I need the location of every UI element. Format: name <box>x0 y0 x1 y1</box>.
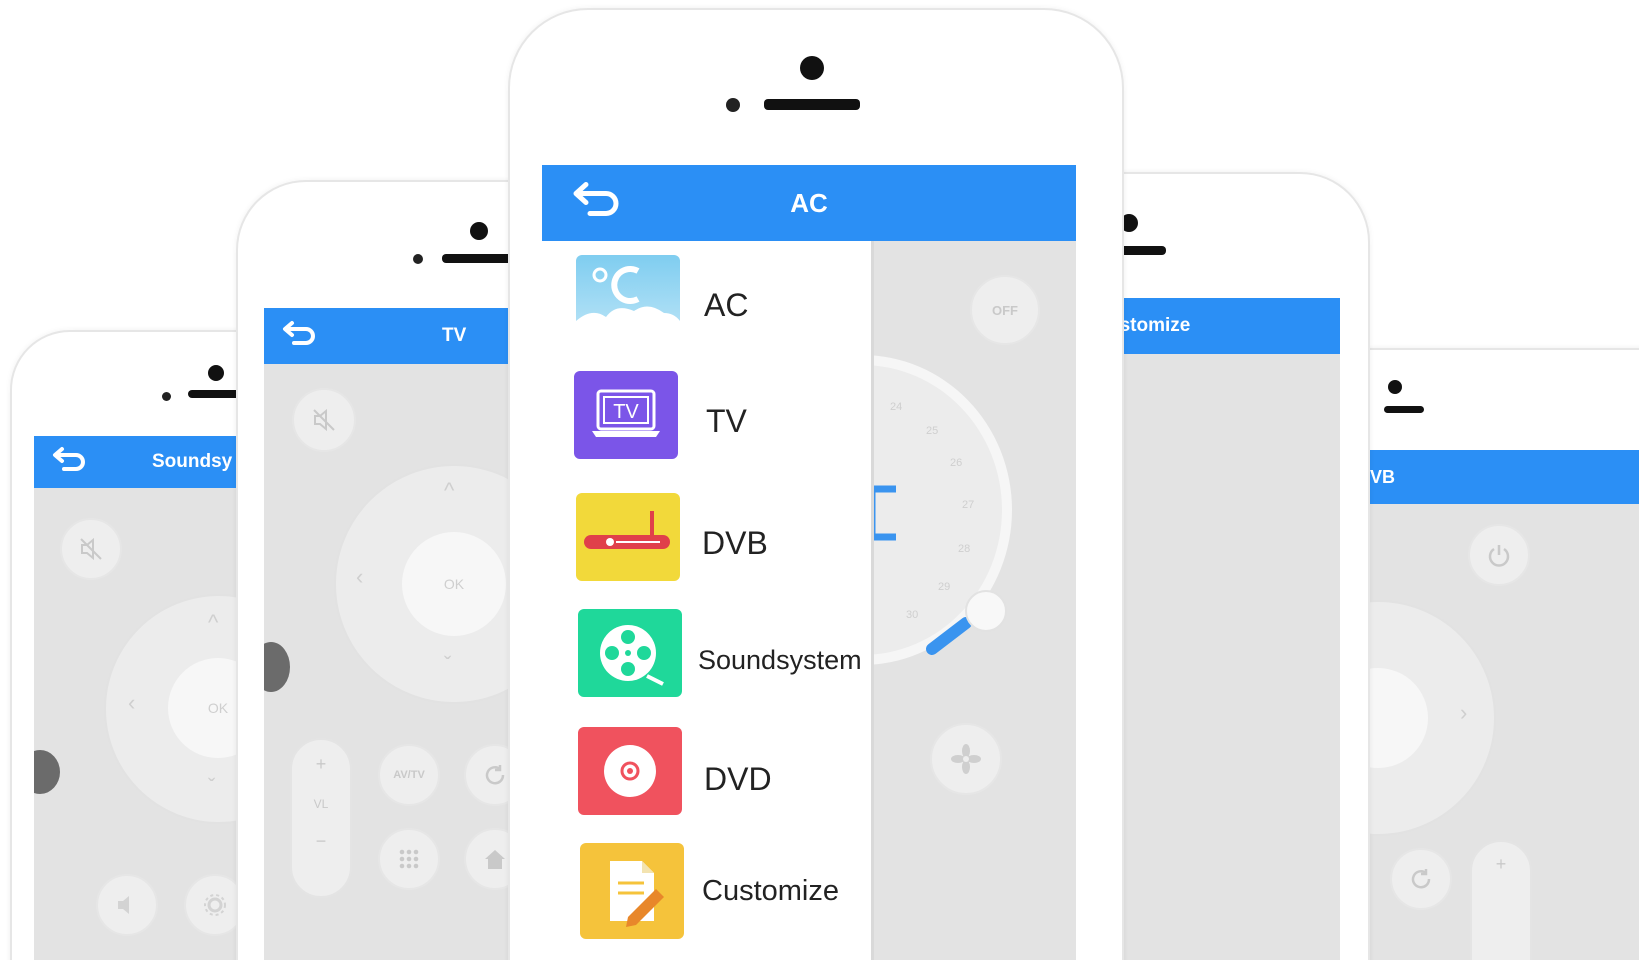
volume-stepper[interactable]: + VL − <box>290 738 352 898</box>
ac-cloud-icon <box>576 255 680 343</box>
disc-icon <box>578 727 682 815</box>
sensor-dot <box>413 254 423 264</box>
vol-up-label[interactable]: + <box>292 754 350 775</box>
off-label: OFF <box>992 302 1018 318</box>
film-reel-icon <box>578 609 682 697</box>
device-drawer: AC TV TV DVB Soundsystem DVD Customize <box>542 241 874 960</box>
right-arrow-icon[interactable]: › <box>1460 700 1467 726</box>
menu-label: DVD <box>704 761 772 797</box>
menu-item-dvd[interactable]: DVD <box>542 713 871 829</box>
note-pencil-icon <box>580 843 684 939</box>
front-camera <box>470 222 488 240</box>
number-pad-button[interactable] <box>378 828 440 890</box>
ok-button[interactable]: OK <box>402 532 506 636</box>
dial-tick-28: 28 <box>958 543 971 555</box>
home-icon <box>485 850 505 869</box>
dial-tick-25: 25 <box>926 425 939 437</box>
screen-dvb: VB › + <box>1370 450 1639 960</box>
sensor-dot <box>726 98 740 112</box>
slider-knob[interactable] <box>264 642 290 692</box>
av-tv-button[interactable]: AV/TV <box>378 744 440 806</box>
front-camera <box>208 365 224 381</box>
dial-slider-handle[interactable] <box>922 585 1022 665</box>
front-camera <box>800 56 824 80</box>
screen-title: Soundsy <box>152 451 233 472</box>
power-button[interactable] <box>1468 524 1530 586</box>
screen-ac: AC OFF 24 25 26 27 28 29 30 °C <box>542 165 1076 960</box>
up-arrow-icon[interactable]: ^ <box>444 478 454 504</box>
dial-tick-26: 26 <box>950 457 963 469</box>
down-arrow-icon[interactable]: ˇ <box>208 774 215 800</box>
channel-stepper[interactable]: + <box>1470 840 1532 960</box>
dial-tick-24: 24 <box>890 401 903 413</box>
up-arrow-icon[interactable]: ^ <box>208 610 218 636</box>
left-arrow-icon[interactable]: ‹ <box>128 690 135 716</box>
screen-title: AC <box>790 187 828 218</box>
dial-tick-30: 30 <box>906 609 919 621</box>
refresh-icon <box>485 765 505 785</box>
mute-icon <box>313 408 335 432</box>
gear-icon <box>204 894 226 916</box>
earpiece-speaker <box>1384 406 1424 413</box>
repeat-button[interactable] <box>1390 848 1452 910</box>
menu-item-dvb[interactable]: DVB <box>542 481 871 597</box>
vol-label: VL <box>313 797 329 811</box>
menu-label: Soundsystem <box>698 645 862 675</box>
tv-icon: TV <box>574 371 678 459</box>
power-icon <box>1488 545 1510 567</box>
sensor-dot <box>162 392 171 401</box>
ok-label: OK <box>207 700 229 716</box>
title-bar: VB <box>1370 450 1639 504</box>
refresh-icon <box>1411 869 1431 889</box>
dvb-box-icon <box>576 493 680 581</box>
menu-item-customize[interactable]: Customize <box>542 829 871 945</box>
menu-label: AC <box>704 287 749 323</box>
menu-label: DVB <box>702 525 768 561</box>
menu-item-soundsystem[interactable]: Soundsystem <box>542 597 871 713</box>
vol-down-label[interactable]: − <box>292 831 350 852</box>
left-arrow-icon[interactable]: ‹ <box>356 564 363 590</box>
av-tv-label: AV/TV <box>393 769 425 781</box>
svg-text:TV: TV <box>613 401 639 423</box>
title-bar: AC <box>542 165 1076 241</box>
slider-knob[interactable] <box>34 750 60 794</box>
grid-icon <box>399 849 419 869</box>
earpiece-speaker <box>764 99 860 110</box>
mute-button[interactable] <box>60 518 122 580</box>
ok-button[interactable] <box>1370 668 1428 768</box>
down-arrow-icon[interactable]: ˇ <box>444 652 451 678</box>
screen-title: TV <box>442 325 467 346</box>
volume-button[interactable] <box>96 874 158 936</box>
back-arrow-icon[interactable] <box>572 181 626 226</box>
off-button[interactable]: OFF <box>970 275 1040 345</box>
fan-button[interactable] <box>930 723 1002 795</box>
ok-label: OK <box>443 576 465 592</box>
menu-item-tv[interactable]: TV TV <box>542 365 871 481</box>
direction-pad[interactable]: › <box>1370 600 1496 836</box>
plus-label: + <box>1495 854 1507 874</box>
fan-icon <box>951 744 981 774</box>
menu-label: TV <box>706 403 747 439</box>
menu-item-ac[interactable]: AC <box>542 249 871 365</box>
screen-title: VB <box>1370 466 1396 487</box>
mute-button[interactable] <box>292 388 356 452</box>
back-arrow-icon[interactable] <box>282 320 320 352</box>
menu-label: Customize <box>702 875 839 907</box>
front-camera <box>1388 380 1402 394</box>
mute-icon <box>80 537 102 561</box>
dial-tick-27: 27 <box>962 499 975 511</box>
back-arrow-icon[interactable] <box>52 446 90 478</box>
speaker-icon <box>118 896 129 914</box>
phone-ac: AC OFF 24 25 26 27 28 29 30 °C <box>508 8 1124 960</box>
